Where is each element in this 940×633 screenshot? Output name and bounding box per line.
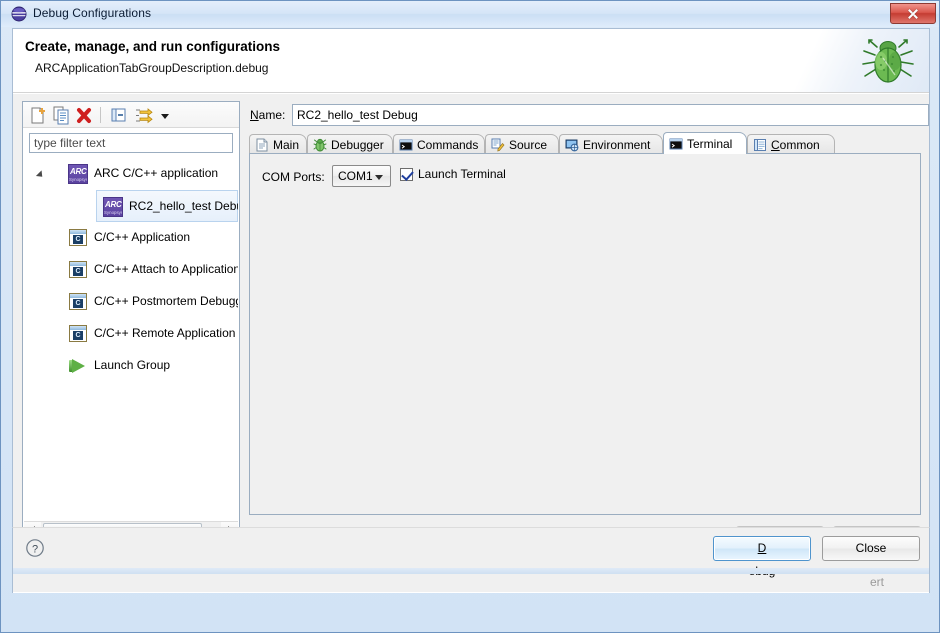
- cpp-application-icon: C: [68, 228, 88, 248]
- tab-main[interactable]: Main: [249, 134, 307, 154]
- terminal-icon: [669, 137, 683, 151]
- green-beetle-icon: [859, 31, 917, 89]
- com-ports-dropdown[interactable]: COM1: [332, 165, 391, 187]
- filter-launch-configurations-icon[interactable]: [134, 106, 158, 125]
- tab-label: Terminal: [687, 137, 733, 151]
- tab-label: Environment: [583, 138, 651, 152]
- eclipse-globe-icon: [11, 6, 27, 22]
- tab-label: Commands: [417, 138, 479, 152]
- window-close-button[interactable]: [890, 3, 936, 24]
- tree-item-cpp-postmortem-debugger[interactable]: C C/C++ Postmortem Debugger: [24, 286, 238, 318]
- tree-item-label: Launch Group: [94, 358, 171, 372]
- tab-environment[interactable]: Environment: [559, 134, 663, 154]
- expand-arrow-icon[interactable]: [35, 170, 46, 180]
- tab-common[interactable]: Common: [747, 134, 835, 154]
- window-title: Debug Configurations: [33, 6, 152, 20]
- tab-commands[interactable]: Commands: [393, 134, 485, 154]
- debug-configurations-window: Debug Configurations Create, manage, and…: [0, 0, 940, 633]
- tree-item-arc-cpp-application[interactable]: ARC Synopsys ARC C/C++ application: [24, 158, 238, 190]
- configurations-tree[interactable]: ARC Synopsys ARC C/C++ application ARC Syn…: [24, 158, 238, 526]
- terminal-tab-panel: COM Ports: COM1 Launch Terminal: [249, 153, 921, 515]
- tab-source[interactable]: Source: [485, 134, 559, 154]
- tab-terminal[interactable]: Terminal: [663, 132, 747, 154]
- page-title: Create, manage, and run configurations: [25, 39, 281, 54]
- configuration-editor-panel: Name: Main: [249, 101, 929, 589]
- tree-item-label: C/C++ Attach to Application: [94, 262, 238, 276]
- tree-item-cpp-attach-to-application[interactable]: C C/C++ Attach to Application: [24, 254, 238, 286]
- com-ports-label: COM Ports:: [262, 170, 325, 184]
- filter-input[interactable]: [29, 133, 233, 153]
- launch-terminal-label: Launch Terminal: [418, 167, 506, 181]
- source-edit-icon: [491, 138, 505, 152]
- tab-label: Common: [771, 138, 820, 152]
- debug-label: Debug: [749, 541, 776, 578]
- dialog-footer: ? Debug Close: [12, 527, 930, 578]
- checkbox-box: [400, 168, 413, 181]
- com-ports-value: COM1: [338, 169, 373, 183]
- tree-item-cpp-application[interactable]: C C/C++ Application: [24, 222, 238, 254]
- common-icon: [753, 138, 767, 152]
- dialog-body: Create, manage, and run configurations A…: [12, 28, 930, 593]
- tree-item-rc2-hello-test-debug[interactable]: ARC Synopsys RC2_hello_test Debug: [96, 190, 238, 222]
- tab-label: Debugger: [331, 138, 384, 152]
- cpp-application-icon: C: [68, 292, 88, 312]
- dialog-banner: Create, manage, and run configurations A…: [13, 29, 929, 93]
- close-button[interactable]: Close: [822, 536, 920, 561]
- terminal-icon: [399, 138, 413, 152]
- document-icon: [255, 138, 269, 152]
- name-input[interactable]: [292, 104, 929, 126]
- close-label: Close: [855, 541, 887, 555]
- page-subtitle: ARCApplicationTabGroupDescription.debug: [35, 61, 269, 75]
- cpp-application-icon: C: [68, 324, 88, 344]
- configuration-tabs: Main Debugger Commands Source Environmen…: [249, 132, 921, 154]
- new-configuration-icon[interactable]: [28, 106, 48, 125]
- svg-text:?: ?: [32, 544, 38, 556]
- tab-label: Source: [509, 138, 548, 152]
- help-question-icon[interactable]: ?: [25, 538, 45, 558]
- arc-application-icon: ARC Synopsys: [68, 164, 88, 184]
- chevron-down-icon: [375, 175, 383, 180]
- chevron-down-icon[interactable]: [159, 106, 171, 125]
- arc-configuration-icon: ARC Synopsys: [103, 197, 123, 217]
- cpp-application-icon: C: [68, 260, 88, 280]
- tree-item-label: ARC C/C++ application: [94, 166, 219, 180]
- environment-icon: [565, 138, 579, 152]
- window-titlebar: Debug Configurations: [1, 1, 939, 27]
- tree-item-label: RC2_hello_test Debug: [129, 199, 238, 213]
- tree-item-label: C/C++ Remote Application: [94, 326, 236, 340]
- debug-button[interactable]: Debug: [713, 536, 811, 578]
- tree-toolbar: [23, 102, 239, 128]
- dialog-content: ARCSynopsys ARC C/C++ application ARCSyn…: [13, 94, 929, 592]
- name-label: Name:: [250, 108, 286, 122]
- delete-configuration-icon[interactable]: [74, 106, 94, 125]
- launch-group-icon: [68, 356, 88, 376]
- tab-debugger[interactable]: Debugger: [307, 134, 393, 154]
- window-status-strip: [12, 568, 930, 574]
- configurations-tree-panel: ARCSynopsys ARC C/C++ application ARCSyn…: [22, 101, 240, 564]
- collapse-all-icon[interactable]: [109, 106, 129, 125]
- tree-item-label: C/C++ Application: [94, 230, 191, 244]
- tree-item-cpp-remote-application[interactable]: C C/C++ Remote Application: [24, 318, 238, 350]
- duplicate-configuration-icon[interactable]: [51, 106, 71, 125]
- tab-label: Main: [273, 138, 300, 152]
- tree-item-launch-group[interactable]: Launch Group: [24, 350, 238, 382]
- toolbar-separator: [100, 107, 101, 123]
- bug-icon: [313, 138, 327, 152]
- tree-item-label: C/C++ Postmortem Debugger: [94, 294, 238, 308]
